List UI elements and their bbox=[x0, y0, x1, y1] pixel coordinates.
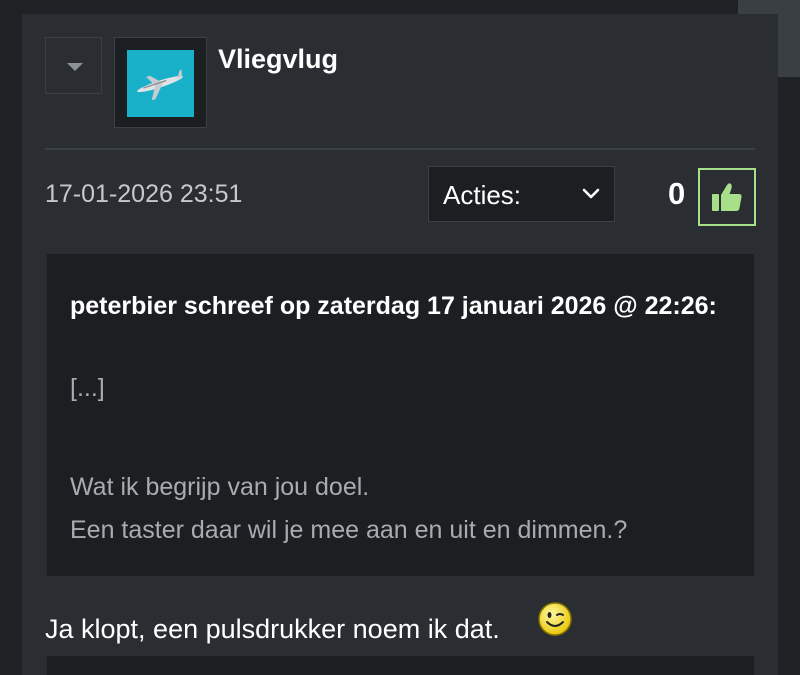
avatar bbox=[127, 50, 194, 117]
wink-smiley-icon bbox=[538, 602, 572, 636]
post-body-text: Ja klopt, een pulsdrukker noem ik dat. bbox=[45, 614, 500, 644]
quote-ellipsis: [...] bbox=[70, 374, 105, 402]
quote-text-line: Een taster daar wil je mee aan en uit en… bbox=[70, 516, 628, 544]
avatar-frame[interactable] bbox=[114, 37, 207, 128]
collapse-toggle-button[interactable] bbox=[45, 37, 102, 94]
post-username[interactable]: Vliegvlug bbox=[218, 44, 338, 75]
quote-text-line: Wat ik begrijp van jou doel. bbox=[70, 473, 370, 501]
thumbs-up-icon bbox=[712, 183, 742, 211]
actions-dropdown[interactable]: Acties: bbox=[428, 166, 615, 222]
quote-block: peterbier schreef op zaterdag 17 januari… bbox=[47, 254, 754, 576]
header-divider bbox=[45, 148, 755, 150]
airplane-icon bbox=[137, 69, 183, 101]
actions-dropdown-label: Acties: bbox=[443, 180, 522, 210]
triangle-down-icon bbox=[67, 63, 83, 71]
quote-author-link[interactable]: peterbier schreef op zaterdag 17 januari… bbox=[70, 284, 730, 328]
next-quote-block bbox=[47, 656, 754, 675]
post-date[interactable]: 17-01-2026 23:51 bbox=[45, 180, 242, 209]
like-count: 0 bbox=[668, 176, 686, 211]
like-button[interactable] bbox=[698, 168, 756, 226]
chevron-down-icon bbox=[582, 188, 600, 199]
